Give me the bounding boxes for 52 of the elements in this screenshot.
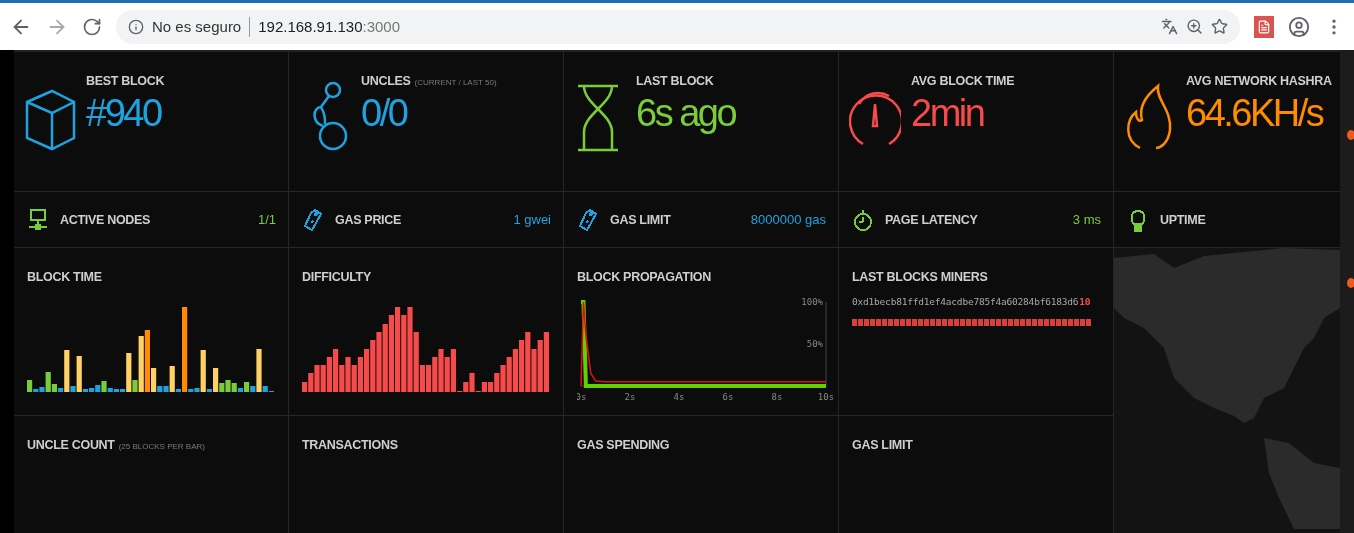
- miner-address: 0xd1becb81ffd1ef4acdbe785f4a60284bf6183d6: [852, 296, 1079, 307]
- stat-title: AVG NETWORK HASHRA: [1186, 74, 1332, 88]
- axis-label: 2s: [624, 392, 636, 402]
- info-label: PAGE LATENCY: [885, 212, 978, 227]
- stat-value: 2min: [911, 92, 985, 135]
- info-value: 1/1: [257, 212, 276, 227]
- stat-title: UNCLES: [361, 74, 411, 88]
- info-value: 8000000 gas: [750, 212, 826, 227]
- axis-label: 10s: [817, 392, 835, 402]
- stat-title: BEST BLOCK: [86, 74, 165, 88]
- axis-label: 8s: [771, 392, 783, 402]
- axis-label: 4s: [673, 392, 685, 402]
- stat-value: 0/0: [361, 92, 408, 135]
- panel-title: BLOCK PROPAGATION: [577, 270, 713, 284]
- zoom-icon[interactable]: [1186, 18, 1203, 35]
- panel-title: GAS SPENDING: [577, 438, 670, 452]
- translate-icon[interactable]: [1161, 18, 1178, 35]
- stat-value: 64.6KH/s: [1186, 92, 1324, 135]
- info-value: 1 gwei: [513, 212, 551, 227]
- info-label: GAS LIMIT: [610, 212, 671, 227]
- map-marker-dot: [1347, 278, 1354, 288]
- info-label: UPTIME: [1160, 212, 1206, 227]
- panel-title: GAS LIMIT: [852, 438, 913, 452]
- panel-title: UNCLE COUNT: [27, 438, 115, 452]
- info-label: ACTIVE NODES: [60, 212, 151, 227]
- panel-subtitle: (25 BLOCKS PER BAR): [118, 442, 205, 451]
- panel-title: BLOCK TIME: [27, 270, 103, 284]
- panel-title: LAST BLOCKS MINERS: [852, 270, 989, 284]
- axis-label: 50%: [806, 339, 823, 349]
- pdf-icon[interactable]: [1254, 15, 1274, 38]
- axis-label: 6s: [722, 392, 734, 402]
- panel-title: TRANSACTIONS: [302, 438, 398, 452]
- stat-value: 6s ago: [636, 92, 736, 135]
- url-host: 192.168.91.130: [258, 18, 363, 35]
- address-bar[interactable]: No es seguro 192.168.91.130:3000: [116, 9, 1240, 44]
- account-icon[interactable]: [1288, 15, 1310, 38]
- axis-label: 100%: [801, 297, 823, 307]
- block-count: 10: [1079, 296, 1091, 307]
- stat-title: AVG BLOCK TIME: [911, 74, 1015, 88]
- axis-label: 0s: [577, 392, 587, 402]
- stat-subtitle: (CURRENT / LAST 50): [414, 78, 497, 87]
- panel-title: DIFFICULTY: [302, 270, 372, 284]
- url-port: :3000: [362, 18, 401, 35]
- reload-icon[interactable]: [82, 16, 102, 37]
- info-label: GAS PRICE: [335, 212, 402, 227]
- stat-title: LAST BLOCK: [636, 74, 714, 88]
- map-marker-dot: [1347, 130, 1354, 140]
- info-value: 3 ms: [1072, 212, 1101, 227]
- star-icon[interactable]: [1211, 18, 1228, 35]
- security-label: No es seguro: [152, 18, 242, 35]
- info-icon[interactable]: [128, 18, 144, 35]
- stat-value: #940: [86, 92, 163, 135]
